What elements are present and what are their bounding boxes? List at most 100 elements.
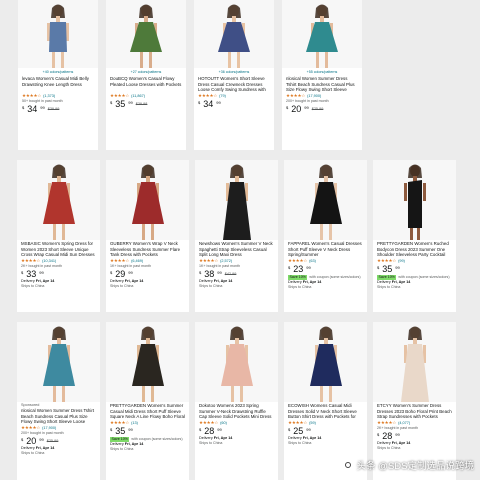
ships-to: Ships to China xyxy=(377,285,401,289)
price[interactable]: $23 99 xyxy=(288,265,363,274)
product-card[interactable]: Dokotoo Womens 2023 Spring Summer V-Neck… xyxy=(195,322,278,480)
price[interactable]: $35 99 xyxy=(110,427,185,436)
price-whole: 29 xyxy=(115,269,126,279)
product-title-link[interactable]: FAPPAREL Women's Casual Dresses Short Pu… xyxy=(288,241,363,258)
price-fraction: 99 xyxy=(395,265,400,270)
delivery-label: Delivery xyxy=(21,279,35,283)
product-image[interactable] xyxy=(17,322,100,402)
product-title-link[interactable]: PRETTYGARDEN Women's Summer Casual Midi … xyxy=(110,403,185,420)
product-card[interactable]: MSBASIC Women's Spring Dress for Women 2… xyxy=(17,160,100,312)
product-card[interactable]: +40 colors/patterns levaca Women's Casual… xyxy=(18,0,98,150)
product-card[interactable]: PRETTYGARDEN Women's Ruched Bodycon Dres… xyxy=(373,160,456,312)
coupon-badge[interactable]: Save 10% xyxy=(288,274,308,280)
product-title-link[interactable]: HOTOUTT Women's Short Sleeve Dress Casua… xyxy=(198,76,270,93)
review-count-link[interactable]: (79) xyxy=(219,93,226,99)
product-title-link[interactable]: MSBASIC Women's Spring Dress for Women 2… xyxy=(21,241,96,258)
product-image[interactable] xyxy=(106,0,186,68)
review-count-link[interactable]: (11,867) xyxy=(131,93,145,99)
product-title-link[interactable]: ETCYY Women's Summer Dress Dresses 2023 … xyxy=(377,403,452,420)
product-card[interactable]: ECOWISH Womens Casual Midi Dresses Solid… xyxy=(284,322,367,480)
product-image[interactable] xyxy=(373,322,456,402)
product-image[interactable] xyxy=(282,0,362,68)
delivery-label: Delivery xyxy=(377,441,391,445)
product-title-link[interactable]: ECOWISH Womens Casual Midi Dresses Solid… xyxy=(288,403,363,420)
product-title-link[interactable]: nlosical Women Summer Dress Tshirt Beach… xyxy=(286,76,358,93)
ships-to: Ships to China xyxy=(199,441,223,445)
delivery-date: Fri, Apr 14 xyxy=(213,436,233,440)
coupon-badge[interactable]: Save 10% xyxy=(110,436,130,442)
price-whole: 35 xyxy=(115,426,126,436)
delivery-label: Delivery xyxy=(199,279,213,283)
product-image[interactable] xyxy=(284,322,367,402)
watermark: 头条 @SDS定制选品说跨境 xyxy=(342,458,474,472)
price[interactable]: $33 99 xyxy=(21,270,96,279)
product-card[interactable]: ETCYY Women's Summer Dress Dresses 2023 … xyxy=(373,322,456,480)
price-symbol: $ xyxy=(198,100,201,105)
coupon-badge[interactable]: Save 10% xyxy=(377,274,397,280)
product-image[interactable] xyxy=(195,322,278,402)
product-title-link[interactable]: DouBCQ Women's Casual Flowy Pleated Loos… xyxy=(110,76,182,93)
product-card[interactable]: +27 colors/patterns DouBCQ Women's Casual… xyxy=(106,0,186,150)
delivery-date: Fri, Apr 14 xyxy=(213,279,233,283)
price-whole: 20 xyxy=(26,436,37,446)
price-symbol: $ xyxy=(22,105,25,110)
price[interactable]: $20 99 $25.99 xyxy=(286,105,358,114)
product-card[interactable]: +36 colors/patterns HOTOUTT Women's Short… xyxy=(194,0,274,150)
price[interactable]: $25 99 xyxy=(288,427,363,436)
price-fraction: 99 xyxy=(216,100,221,105)
price-symbol: $ xyxy=(199,270,202,275)
delivery-label: Delivery xyxy=(288,280,302,284)
product-image[interactable] xyxy=(284,160,367,240)
price-symbol: $ xyxy=(110,427,113,432)
product-title-link[interactable]: levaca Women's Casual Midi Belly Drawstr… xyxy=(22,76,94,93)
product-card[interactable]: Newshows Women's Summer V Neck Spaghetti… xyxy=(195,160,278,312)
review-count-link[interactable]: (13) xyxy=(131,420,138,426)
product-title-link[interactable]: Dokotoo Womens 2023 Spring Summer V-Neck… xyxy=(199,403,274,420)
product-card[interactable]: GUBERRY Women's Wrap V Neck Sleeveless S… xyxy=(106,160,189,312)
review-count-link[interactable]: (60) xyxy=(220,420,227,426)
price[interactable]: $34 99 $39.99 xyxy=(22,105,94,114)
price-whole: 28 xyxy=(382,431,393,441)
price[interactable]: $29 99 xyxy=(110,270,185,279)
delivery-label: Delivery xyxy=(21,446,35,450)
product-title-link[interactable]: GUBERRY Women's Wrap V Neck Sleeveless S… xyxy=(110,241,185,258)
delivery-date: Fri, Apr 14 xyxy=(391,280,411,284)
product-title-link[interactable]: Newshows Women's Summer V Neck Spaghetti… xyxy=(199,241,274,258)
product-image[interactable] xyxy=(106,160,189,240)
price[interactable]: $20 99 $25.99 xyxy=(21,437,96,446)
delivery-label: Delivery xyxy=(288,436,302,440)
price[interactable]: $28 99 xyxy=(199,427,274,436)
product-card[interactable]: PRETTYGARDEN Women's Summer Casual Midi … xyxy=(106,322,189,480)
ships-to: Ships to China xyxy=(110,447,134,451)
delivery-date: Fri, Apr 14 xyxy=(124,442,144,446)
review-count-link[interactable]: (63) xyxy=(309,258,316,264)
price-fraction: 99 xyxy=(39,437,44,442)
product-image[interactable] xyxy=(194,0,274,68)
review-count-link[interactable]: (59) xyxy=(309,420,316,426)
product-card[interactable]: Sponsored nlosical Women Summer Dress Tsh… xyxy=(17,322,100,480)
delivery-label: Delivery xyxy=(377,280,391,284)
price-symbol: $ xyxy=(110,100,113,105)
product-image[interactable] xyxy=(18,0,98,68)
price-fraction: 99 xyxy=(217,427,222,432)
product-image[interactable] xyxy=(373,160,456,240)
product-card[interactable]: +55 colors/patterns nlosical Women Summer… xyxy=(282,0,362,150)
delivery-date: Fri, Apr 14 xyxy=(35,279,55,283)
price[interactable]: $35 99 $39.98 xyxy=(110,100,182,109)
product-title-link[interactable]: PRETTYGARDEN Women's Ruched Bodycon Dres… xyxy=(377,241,452,258)
list-price: $25.99 xyxy=(311,107,324,111)
product-title-link[interactable]: nlosical Women Summer Dress Tshirt Beach… xyxy=(21,408,96,425)
price-whole: 35 xyxy=(115,99,126,109)
delivery-label: Delivery xyxy=(110,442,124,446)
price[interactable]: $35 99 xyxy=(377,265,452,274)
product-image[interactable] xyxy=(195,160,278,240)
product-image[interactable] xyxy=(106,322,189,402)
coupon-note: with coupon (some sizes/colors) xyxy=(309,275,361,279)
price[interactable]: $28 99 xyxy=(377,432,452,441)
price[interactable]: $38 99 $42.99 xyxy=(199,270,274,279)
price[interactable]: $34 99 xyxy=(198,100,270,109)
watermark-text: 头条 @SDS定制选品说跨境 xyxy=(356,461,474,472)
review-count-link[interactable]: (99) xyxy=(398,258,405,264)
product-card[interactable]: FAPPAREL Women's Casual Dresses Short Pu… xyxy=(284,160,367,312)
product-image[interactable] xyxy=(17,160,100,240)
